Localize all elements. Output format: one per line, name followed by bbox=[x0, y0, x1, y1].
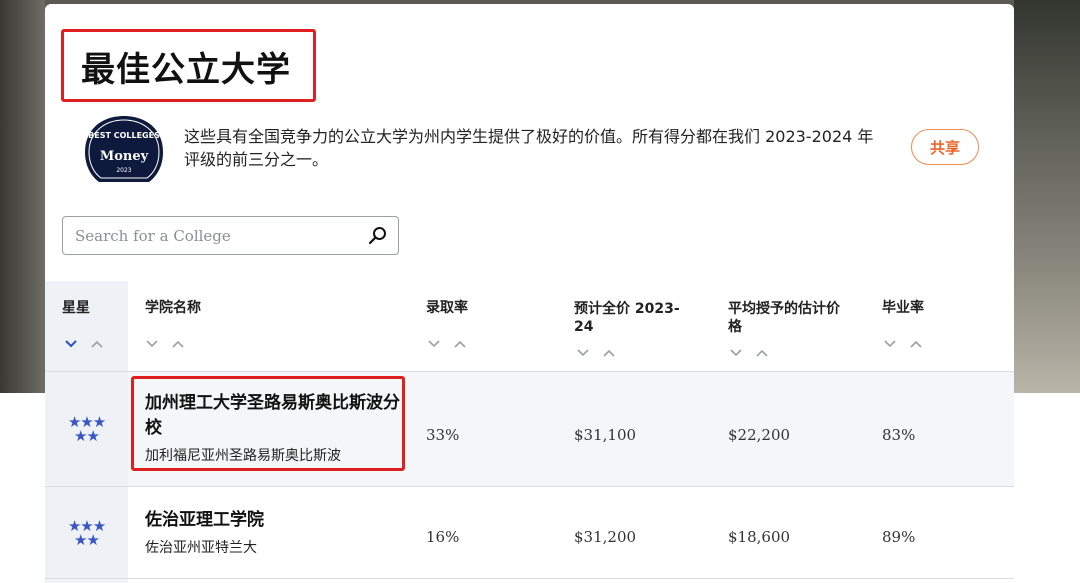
svg-text:Money: Money bbox=[100, 149, 149, 164]
sort-controls-name bbox=[145, 339, 185, 349]
header-estimated-price[interactable]: 预计全价 2023-24 bbox=[574, 300, 694, 336]
graduation-rate-value: 83% bbox=[882, 426, 916, 444]
estimated-price-value: $31,100 bbox=[574, 426, 637, 444]
avg-aid-price-value: $18,600 bbox=[728, 528, 791, 546]
college-location: 佐治亚州亚特兰大 bbox=[145, 540, 257, 556]
sort-controls-stars bbox=[64, 339, 104, 349]
money-best-colleges-badge-icon: BEST COLLEGES Money 2023 bbox=[85, 116, 163, 182]
sort-down-icon[interactable] bbox=[427, 339, 441, 349]
header-stars[interactable]: 星星 bbox=[62, 299, 90, 317]
background-scene bbox=[1014, 0, 1080, 393]
star-rating: ★★★ ★★ bbox=[45, 487, 128, 578]
row-highlight-box bbox=[131, 376, 405, 471]
college-search-box bbox=[62, 216, 399, 255]
star-rating-icon: ★★★ ★★ bbox=[67, 516, 106, 549]
sort-down-icon[interactable] bbox=[729, 348, 743, 358]
header-college-name[interactable]: 学院名称 bbox=[145, 299, 201, 317]
page-title: 最佳公立大学 bbox=[81, 50, 291, 90]
sort-controls-aid bbox=[729, 348, 769, 358]
search-input[interactable] bbox=[75, 226, 365, 245]
college-name-link[interactable]: 佐治亚理工学院 bbox=[145, 508, 405, 533]
sort-down-icon[interactable] bbox=[64, 339, 78, 349]
share-button[interactable]: 共享 bbox=[911, 129, 979, 165]
sort-up-icon[interactable] bbox=[755, 348, 769, 358]
sort-down-icon[interactable] bbox=[145, 339, 159, 349]
background-tree bbox=[0, 0, 45, 393]
sort-up-icon[interactable] bbox=[171, 339, 185, 349]
header-avg-aid-price[interactable]: 平均授予的估计价格 bbox=[728, 300, 846, 336]
graduation-rate-value: 89% bbox=[882, 528, 916, 546]
star-rating-icon: ★★★ ★★ bbox=[67, 413, 106, 445]
avg-aid-price-value: $22,200 bbox=[728, 426, 791, 444]
sort-down-icon[interactable] bbox=[883, 339, 897, 349]
admission-rate-value: 33% bbox=[426, 426, 460, 444]
rankings-card: 最佳公立大学 BEST COLLEGES Money 2023 这些具有全国竞争… bbox=[45, 4, 1014, 583]
table-row[interactable]: ★★★ ★★ 佐治亚理工学院 佐治亚州亚特兰大 16% $31,200 $18,… bbox=[45, 486, 1014, 579]
sort-up-icon[interactable] bbox=[453, 339, 467, 349]
sort-up-icon[interactable] bbox=[909, 339, 923, 349]
sort-up-icon[interactable] bbox=[602, 348, 616, 358]
header-graduation-rate[interactable]: 毕业率 bbox=[882, 299, 924, 317]
svg-text:BEST COLLEGES: BEST COLLEGES bbox=[88, 131, 160, 140]
sort-up-icon[interactable] bbox=[90, 339, 104, 349]
sort-down-icon[interactable] bbox=[576, 348, 590, 358]
admission-rate-value: 16% bbox=[426, 528, 460, 546]
sort-controls-grad bbox=[883, 339, 923, 349]
sort-controls-price bbox=[576, 348, 616, 358]
svg-text:2023: 2023 bbox=[116, 167, 131, 174]
estimated-price-value: $31,200 bbox=[574, 528, 637, 546]
search-icon[interactable] bbox=[368, 226, 388, 246]
table-header: 星星 学院名称 录取率 预计全价 2023-24 平均授予的估计价格 毕业率 bbox=[45, 281, 1014, 371]
star-rating: ★★★ ★★ bbox=[45, 372, 128, 486]
sort-controls-admit bbox=[427, 339, 467, 349]
header-admission-rate[interactable]: 录取率 bbox=[426, 299, 468, 317]
intro-text: 这些具有全国竞争力的公立大学为州内学生提供了极好的价值。所有得分都在我们 202… bbox=[184, 127, 874, 169]
